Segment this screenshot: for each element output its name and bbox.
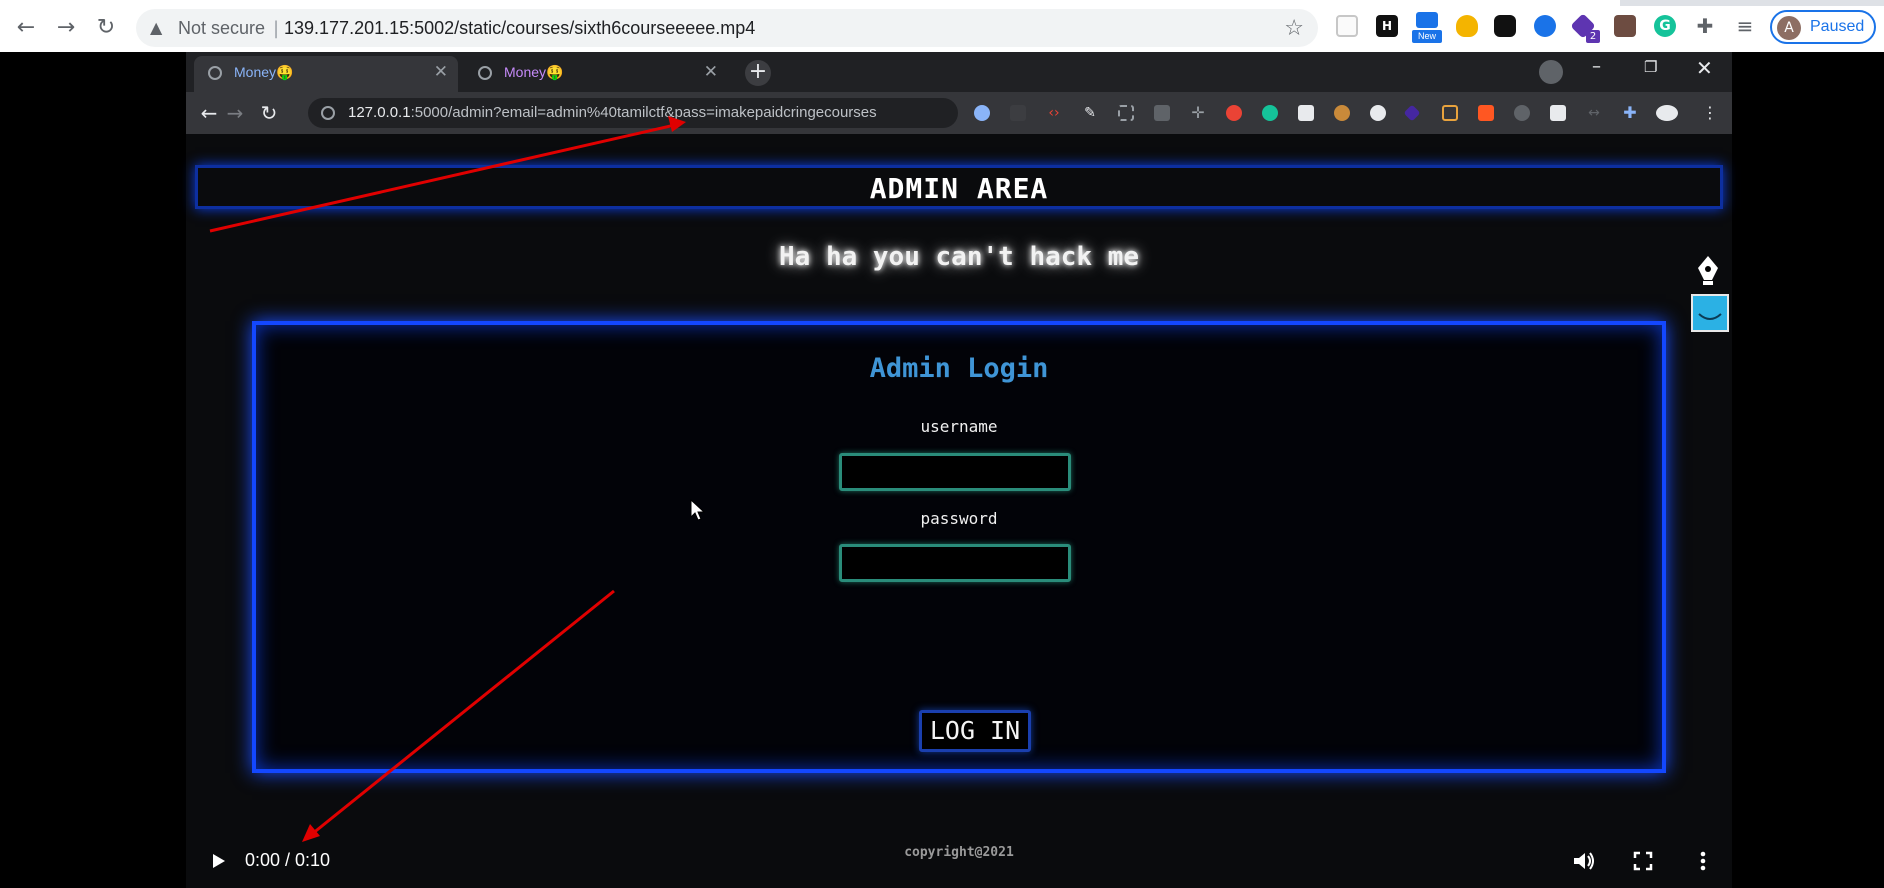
profile-avatar[interactable]	[1656, 105, 1678, 121]
password-field[interactable]	[839, 544, 1071, 582]
diamond-icon[interactable]	[1403, 104, 1421, 122]
new-badge: New	[1412, 30, 1442, 43]
login-title: Admin Login	[869, 353, 1049, 384]
outer-tab-strip	[0, 0, 1884, 6]
url-separator: |	[273, 18, 280, 39]
extension-icon[interactable]	[974, 105, 990, 121]
smile-widget-icon[interactable]	[1691, 294, 1729, 332]
back-icon[interactable]: ←	[12, 14, 40, 42]
tab-title: Money🤑	[504, 64, 564, 80]
extension-count-badge: 2	[1586, 30, 1600, 43]
extension-icon[interactable]	[1010, 105, 1026, 121]
close-icon[interactable]: ✕	[434, 62, 448, 82]
address-bar[interactable]: ▲ Not secure | 139.177.201.15:5002/stati…	[136, 9, 1318, 47]
video-frame[interactable]: Money🤑 ✕ Money🤑 ✕ + – ❐ ✕ ← → ↻ 127.0.0.…	[186, 52, 1732, 888]
page-title: ADMIN AREA	[869, 172, 1049, 205]
close-window-icon[interactable]: ✕	[1696, 56, 1713, 80]
reader-extension-icon[interactable]	[1336, 15, 1358, 37]
volume-icon[interactable]	[1570, 848, 1596, 874]
login-panel: Admin Login username password LOG IN	[252, 321, 1666, 773]
inner-address-bar[interactable]: 127.0.0.1:5000/admin?email=admin%40tamil…	[308, 98, 958, 128]
puzzle-icon[interactable]: ✚	[1694, 15, 1716, 37]
screenshot-icon[interactable]	[1118, 105, 1134, 121]
back-icon[interactable]: ←	[196, 100, 222, 126]
grammarly-icon[interactable]	[1262, 105, 1278, 121]
username-field[interactable]	[839, 453, 1071, 491]
pen-nib-icon[interactable]	[1694, 254, 1722, 286]
profile-status: Paused	[1810, 18, 1865, 35]
username-label: username	[920, 417, 998, 436]
warning-icon: ▲	[150, 18, 163, 37]
tab-search-icon[interactable]	[1539, 60, 1563, 84]
grid-icon	[1416, 12, 1438, 28]
qr-code-icon[interactable]	[1298, 105, 1314, 121]
inner-tab-1[interactable]: Money🤑 ✕	[194, 56, 458, 92]
h-extension-icon[interactable]: H	[1376, 15, 1398, 37]
extension-icon[interactable]	[1370, 105, 1386, 121]
code-icon[interactable]: ‹›	[1046, 105, 1062, 121]
cookie-icon[interactable]	[1334, 105, 1350, 121]
url-text[interactable]: 139.177.201.15:5002/static/courses/sixth…	[284, 18, 755, 39]
reload-icon[interactable]: ↻	[256, 100, 282, 126]
tab-title: Money🤑	[234, 64, 294, 80]
mask-extension-icon[interactable]	[1494, 15, 1516, 37]
inner-tab-2[interactable]: Money🤑 ✕	[464, 56, 728, 92]
new-extension-icon[interactable]: New	[1412, 10, 1442, 44]
forward-icon[interactable]: →	[52, 14, 80, 42]
copyright-text: copyright@2021	[904, 845, 1014, 860]
globe-icon	[478, 66, 492, 80]
url-host: 127.0.0.1	[348, 104, 411, 121]
mouse-cursor-icon	[690, 499, 706, 521]
menu-icon[interactable]: ⋮	[1702, 105, 1718, 121]
taunt-text: Ha ha you can't hack me	[778, 242, 1140, 272]
inner-url-text[interactable]: 127.0.0.1:5000/admin?email=admin%40tamil…	[348, 104, 877, 121]
more-options-icon[interactable]	[1690, 848, 1716, 874]
fullscreen-icon[interactable]	[1630, 848, 1656, 874]
globe-icon	[321, 106, 335, 120]
smile-icon	[1698, 313, 1722, 320]
url-path: :5000/admin?email=admin%40tamilctf&pass=…	[410, 104, 877, 121]
move-icon[interactable]: ✛	[1190, 105, 1206, 121]
inner-tab-strip: Money🤑 ✕ Money🤑 ✕ + – ❐ ✕	[186, 52, 1732, 92]
pen-icon[interactable]: ✎	[1082, 105, 1098, 121]
forward-icon[interactable]: →	[222, 100, 248, 126]
new-tab-icon[interactable]: +	[745, 60, 771, 86]
video-time: 0:00 / 0:10	[245, 850, 331, 870]
globe-icon	[208, 66, 222, 80]
close-icon[interactable]: ✕	[704, 62, 718, 82]
calendar-extension-icon[interactable]	[1614, 15, 1636, 37]
extension-icon[interactable]	[1442, 105, 1458, 121]
restore-icon[interactable]: ❐	[1644, 58, 1657, 76]
helmet-extension-icon[interactable]	[1456, 15, 1478, 37]
extension-icon[interactable]	[1226, 105, 1242, 121]
puzzle-icon[interactable]: ✚	[1622, 105, 1638, 121]
grammarly-icon[interactable]: G	[1654, 15, 1676, 37]
reload-icon[interactable]: ↻	[92, 14, 120, 42]
bookmark-star-icon[interactable]: ☆	[1284, 16, 1304, 41]
bird-extension-icon[interactable]	[1534, 15, 1556, 37]
extension-icon[interactable]	[1154, 105, 1170, 121]
admin-area-header: ADMIN AREA	[195, 165, 1723, 209]
profile-button[interactable]: A Paused	[1770, 10, 1876, 44]
media-queue-icon[interactable]: ≡	[1734, 15, 1756, 37]
extension-icon[interactable]	[1478, 105, 1494, 121]
extension-icon[interactable]	[1550, 105, 1566, 121]
login-button[interactable]: LOG IN	[919, 710, 1031, 752]
avatar: A	[1777, 16, 1801, 40]
minimize-icon[interactable]: –	[1592, 56, 1601, 77]
password-label: password	[920, 509, 998, 528]
extension-icon[interactable]	[1514, 105, 1530, 121]
arrows-icon[interactable]: ↔	[1586, 105, 1602, 121]
inner-toolbar: ← → ↻ 127.0.0.1:5000/admin?email=admin%4…	[186, 92, 1732, 134]
play-icon[interactable]	[208, 851, 228, 871]
security-label: Not secure	[178, 18, 266, 38]
